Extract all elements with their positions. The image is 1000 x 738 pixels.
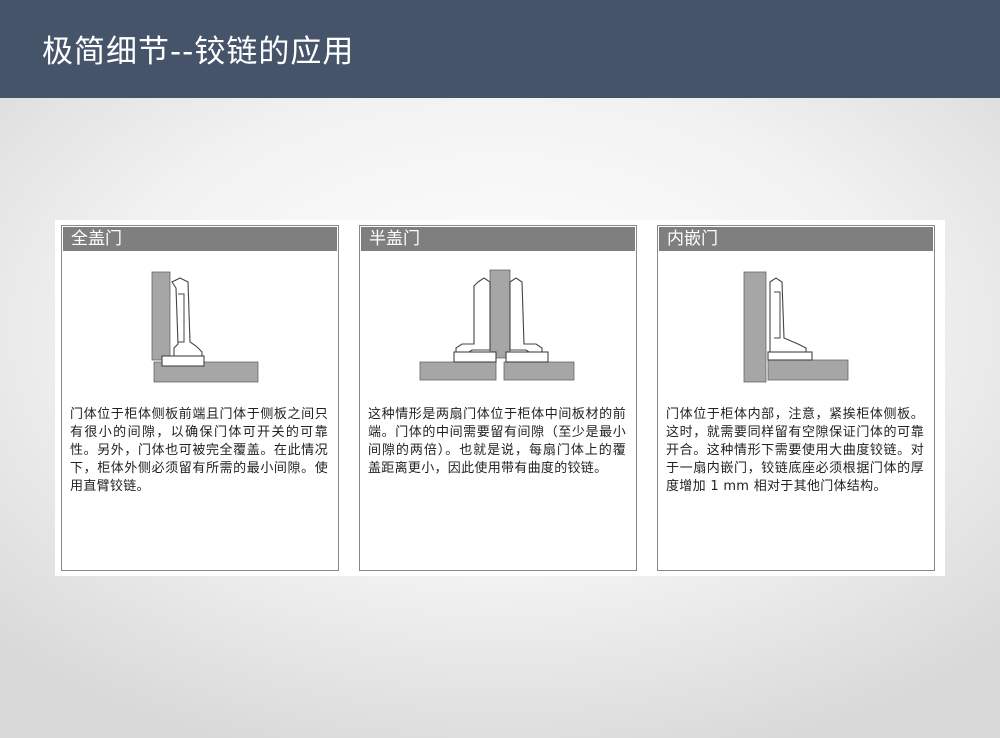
full-overlay-hinge-diagram xyxy=(151,271,259,383)
left-hinge-base xyxy=(453,351,497,363)
door-board xyxy=(151,271,171,361)
left-door-board xyxy=(419,361,497,381)
panel-description: 门体位于柜体侧板前端且门体于侧板之间只有很小的间隙，以确保门体可开关的可靠性。另… xyxy=(70,407,328,494)
door-board xyxy=(767,359,849,381)
panel-heading: 全盖门 xyxy=(63,227,337,251)
panel-description: 门体位于柜体内部，注意，紧挨柜体侧板。这时，就需要同样留有空隙保证门体的可靠开合… xyxy=(666,407,924,494)
half-overlay-hinge-diagram xyxy=(419,269,575,381)
panel-heading: 内嵌门 xyxy=(659,227,933,251)
panel-description: 这种情形是两扇门体位于柜体中间板材的前端。门体的中间需要留有间隙（至少是最小间隙… xyxy=(368,407,626,476)
right-hinge-shape xyxy=(509,277,543,355)
page-title: 极简细节--铰链的应用 xyxy=(42,34,355,70)
panel-half-overlay: 半盖门 这种情形是两扇门体位于柜体中间板材的前端。门体的中间需要留有间隙（至少是… xyxy=(359,225,637,571)
left-hinge-shape xyxy=(455,277,491,355)
panels-container: 全盖门 门体位于柜体侧板前端且门体于侧板之间只有很小的间隙，以确保门体可开关的可… xyxy=(55,220,945,576)
panel-heading: 半盖门 xyxy=(361,227,635,251)
hinge-base-plate xyxy=(767,351,813,361)
middle-board xyxy=(489,269,511,359)
title-bar: 极简细节--铰链的应用 xyxy=(0,0,1000,98)
hinge-arm-shape xyxy=(171,277,203,357)
hinge-arm-shape xyxy=(769,277,807,353)
inset-hinge-diagram xyxy=(743,271,849,383)
right-door-board xyxy=(503,361,575,381)
panel-inset: 内嵌门 门体位于柜体内部，注意，紧挨柜体侧板。这时，就需要同样留有空隙保证门体的… xyxy=(657,225,935,571)
hinge-base-plate xyxy=(161,355,205,367)
panel-full-overlay: 全盖门 门体位于柜体侧板前端且门体于侧板之间只有很小的间隙，以确保门体可开关的可… xyxy=(61,225,339,571)
side-board xyxy=(743,271,767,383)
right-hinge-base xyxy=(505,351,549,363)
